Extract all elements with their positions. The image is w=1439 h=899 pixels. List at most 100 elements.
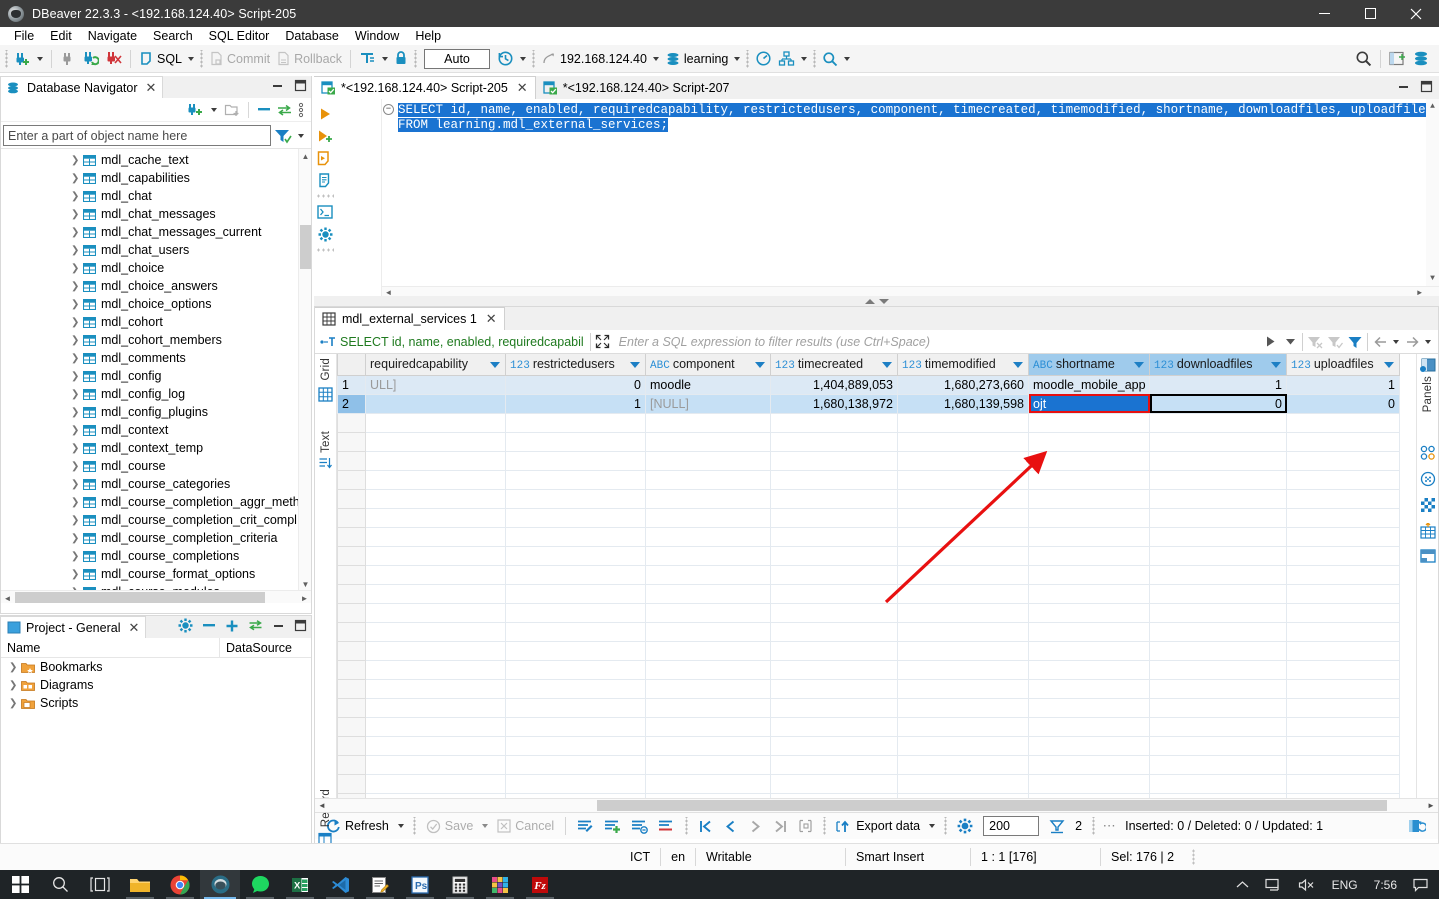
navigator-search-input[interactable] [3, 125, 271, 146]
expand-chevron-icon[interactable]: ❯ [71, 317, 83, 328]
minimize-panel-icon[interactable] [271, 79, 284, 92]
scroll-up-icon[interactable]: ▲ [299, 149, 311, 163]
navigate-forward-dropdown[interactable] [1425, 339, 1431, 344]
cell-timemodified[interactable]: 1,680,273,660 [897, 374, 1029, 395]
apply-filter-icon[interactable] [1260, 332, 1280, 352]
expand-chevron-icon[interactable]: ❯ [71, 425, 83, 436]
editor-gutter[interactable] [336, 99, 382, 298]
volume-muted-icon[interactable] [1291, 870, 1323, 899]
navigator-tree-item[interactable]: ❯ mdl_capabilities [1, 169, 311, 187]
navigator-tree-item[interactable]: ❯ mdl_choice [1, 259, 311, 277]
datasource-dropdown[interactable] [652, 56, 659, 61]
history-dropdown[interactable] [520, 56, 527, 61]
search-icon[interactable] [40, 870, 80, 899]
restore-panel-button[interactable] [1404, 815, 1430, 837]
expand-chevron-icon[interactable]: ❯ [71, 407, 83, 418]
navigator-tree-item[interactable]: ❯ mdl_chat_messages [1, 205, 311, 223]
fetch-next-page-button[interactable] [1045, 815, 1069, 837]
navigator-tree-item[interactable]: ❯ mdl_course_categories [1, 475, 311, 493]
lock-icon[interactable] [391, 47, 411, 71]
row-number[interactable]: 1 [337, 374, 366, 395]
editor-tab-script-205[interactable]: *<192.168.124.40> Script-205 ✕ [314, 76, 536, 99]
expand-chevron-icon[interactable]: ❯ [71, 263, 83, 274]
expand-chevron-icon[interactable]: ❯ [71, 281, 83, 292]
excel-icon[interactable]: X [280, 870, 320, 899]
editor-code-area[interactable]: − SELECT id, name, enabled, requiredcapa… [382, 99, 1439, 298]
link-with-editor-icon[interactable] [276, 103, 293, 117]
navigate-back-icon[interactable] [1370, 332, 1390, 352]
calculator-icon[interactable] [440, 870, 480, 899]
close-icon[interactable]: ✕ [486, 311, 497, 327]
global-search-icon[interactable] [1352, 47, 1375, 71]
cell-uploadfiles[interactable]: 0 [1286, 393, 1400, 414]
expand-chevron-icon[interactable]: ❯ [71, 155, 83, 166]
editor-tab-script-207[interactable]: *<192.168.124.40> Script-207 [535, 76, 737, 99]
navigate-forward-icon[interactable] [1402, 332, 1422, 352]
menu-window[interactable]: Window [347, 27, 407, 45]
network-icon[interactable] [1258, 870, 1289, 899]
references-panel-icon[interactable] [1419, 522, 1436, 542]
cell-timemodified[interactable]: 1,680,139,598 [897, 393, 1029, 414]
filter-expression-input[interactable]: Enter a SQL expression to filter results… [613, 335, 1260, 349]
new-folder-icon[interactable] [224, 102, 241, 117]
expand-chevron-icon[interactable]: ❯ [71, 551, 83, 562]
save-filter-icon[interactable] [1325, 332, 1345, 352]
close-icon[interactable]: ✕ [145, 80, 156, 96]
grid-horizontal-scrollbar[interactable]: ◄ ► [315, 798, 1438, 812]
scroll-left-icon[interactable]: ◄ [315, 799, 329, 813]
duplicate-row-button[interactable] [627, 815, 652, 837]
row-number[interactable]: 2 [337, 393, 366, 414]
column-header-shortname[interactable]: ABC shortname [1028, 354, 1150, 376]
filezilla-icon[interactable]: Fz [520, 870, 560, 899]
project-tree-item[interactable]: ❯ Scripts [1, 694, 311, 712]
navigate-back-dropdown[interactable] [1393, 339, 1399, 344]
transaction-mode-dropdown[interactable] [382, 56, 389, 61]
show-hidden-icons[interactable] [1229, 870, 1256, 899]
navigator-tree-item[interactable]: ❯ mdl_cache_text [1, 151, 311, 169]
column-header-requiredcapability[interactable]: requiredcapability [365, 354, 506, 376]
expand-filter-icon[interactable] [593, 332, 613, 352]
expand-chevron-icon[interactable]: ❯ [71, 443, 83, 454]
filter-dropdown-icon[interactable] [298, 133, 304, 138]
open-perspective-icon[interactable] [1386, 47, 1409, 71]
schema-compare-icon[interactable] [775, 47, 798, 71]
expand-chevron-icon[interactable]: ❯ [71, 515, 83, 526]
expand-chevron-icon[interactable]: ❯ [71, 245, 83, 256]
expand-chevron-icon[interactable]: ❯ [9, 680, 21, 691]
column-header-component[interactable]: ABC component [645, 354, 771, 376]
cell-uploadfiles[interactable]: 1 [1286, 374, 1400, 395]
chrome-icon[interactable] [160, 870, 200, 899]
expand-chevron-icon[interactable]: ❯ [9, 698, 21, 709]
cancel-button[interactable]: Cancel [493, 815, 558, 837]
navigator-tree-item[interactable]: ❯ mdl_course [1, 457, 311, 475]
fold-marker-icon[interactable]: − [383, 104, 394, 115]
project-column-datasource[interactable]: DataSource [219, 637, 311, 658]
expand-chevron-icon[interactable]: ❯ [71, 569, 83, 580]
project-tree-item[interactable]: ❯ Diagrams [1, 676, 311, 694]
clock[interactable]: 7:56 [1367, 870, 1404, 899]
cell-shortname[interactable]: moodle_mobile_app [1028, 374, 1150, 395]
expand-chevron-icon[interactable]: ❯ [71, 497, 83, 508]
sql-console-icon[interactable] [315, 202, 335, 222]
navigator-scroll-thumb[interactable] [300, 225, 311, 269]
new-connection-dropdown[interactable] [37, 56, 43, 61]
tab-database-navigator[interactable]: Database Navigator ✕ [1, 76, 164, 98]
cell-requiredcapability[interactable] [365, 393, 506, 414]
auto-commit-selector[interactable]: Auto [424, 48, 491, 69]
gear-icon[interactable] [315, 224, 335, 244]
editor-vertical-scrollbar[interactable]: ▲ ▼ [1426, 99, 1439, 298]
start-icon[interactable] [0, 870, 40, 899]
add-icon[interactable] [225, 619, 239, 633]
chevron-down-icon[interactable] [1271, 362, 1281, 368]
column-header-downloadfiles[interactable]: 123 downloadfiles [1149, 354, 1287, 376]
navigator-tree-item[interactable]: ❯ mdl_chat [1, 187, 311, 205]
export-dropdown[interactable] [929, 824, 936, 828]
navigator-tree-item[interactable]: ❯ mdl_chat_messages_current [1, 223, 311, 241]
navigator-tree-item[interactable]: ❯ mdl_course_completions [1, 547, 311, 565]
navigator-tree-item[interactable]: ❯mdl_course_modules [1, 583, 311, 590]
execute-statement-icon[interactable] [315, 104, 335, 124]
vscode-icon[interactable] [320, 870, 360, 899]
editor-results-splitter[interactable] [314, 296, 1439, 306]
project-tree-item[interactable]: ❯ Bookmarks [1, 658, 311, 676]
new-connection-icon[interactable] [187, 102, 204, 118]
